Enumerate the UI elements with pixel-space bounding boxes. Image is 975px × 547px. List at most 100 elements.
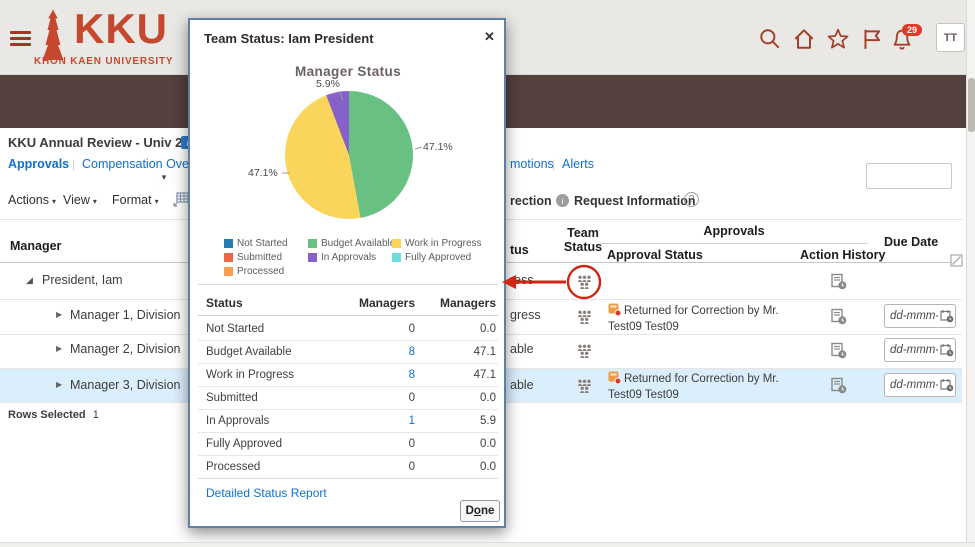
status-table-header-status: Status: [206, 296, 243, 310]
table-help-icon[interactable]: ?: [684, 192, 699, 207]
tree-expand-toggle[interactable]: ◢: [26, 275, 33, 286]
manager-cell[interactable]: President, Iam: [42, 273, 123, 287]
actions-menu[interactable]: Actions▾: [8, 193, 56, 207]
done-label-part: ne: [481, 505, 494, 517]
logo-text: KKU: [74, 8, 168, 50]
legend-column-3: Work in Progress Fully Approved: [392, 238, 482, 266]
rows-selected-value: 1: [93, 409, 99, 421]
format-menu[interactable]: Format▾: [112, 193, 159, 207]
team-status-icon[interactable]: [576, 379, 593, 393]
legend-item: Budget Available: [308, 238, 395, 249]
column-group-approvals: Approvals: [600, 224, 868, 238]
done-button[interactable]: Done: [460, 500, 500, 522]
column-header-manager[interactable]: Manager: [10, 239, 61, 253]
dialog-title: Team Status: Iam President: [204, 31, 374, 46]
legend-swatch: [224, 253, 233, 262]
date-picker-icon[interactable]: [940, 343, 954, 357]
status-row-separator: [198, 363, 498, 364]
legend-swatch: [392, 253, 401, 262]
status-row-label: Submitted: [206, 392, 258, 404]
tree-expand-toggle[interactable]: ▶: [56, 380, 62, 389]
avatar[interactable]: TT: [936, 23, 965, 52]
flag-icon[interactable]: [860, 27, 884, 51]
legend-label: Processed: [237, 266, 284, 277]
approvals-group-underline: [600, 243, 868, 244]
approval-status-cell: Returned for Correction by Mr. Test09 Te…: [608, 371, 794, 403]
tree-expand-toggle[interactable]: ▶: [56, 310, 62, 319]
manager-cell[interactable]: Manager 1, Division: [70, 308, 180, 322]
approval-status-text: Returned for Correction by Mr. Test09 Te…: [608, 373, 779, 401]
legend-item: Fully Approved: [392, 252, 482, 263]
manager-cell[interactable]: Manager 2, Division: [70, 342, 180, 356]
date-picker-icon[interactable]: [940, 309, 954, 323]
actions-label: Actions: [8, 193, 49, 207]
logo-subtext: KHON KAEN UNIVERSITY: [34, 56, 173, 67]
vertical-scrollbar[interactable]: [966, 0, 975, 547]
tree-expand-toggle[interactable]: ▶: [56, 344, 62, 353]
help-glyph: ?: [689, 194, 695, 205]
status-row-label: Not Started: [206, 323, 264, 335]
legend-swatch: [308, 253, 317, 262]
status-table-header-border: [198, 315, 498, 316]
favorites-star-icon[interactable]: [826, 27, 850, 51]
status-row-label: Fully Approved: [206, 438, 282, 450]
status-row-separator: [198, 409, 498, 410]
status-row-percent: 5.9: [396, 415, 496, 427]
action-history-icon[interactable]: [830, 377, 847, 394]
legend-column-1: Not Started Submitted Processed: [224, 238, 288, 280]
vertical-scrollbar-thumb[interactable]: [968, 78, 975, 132]
legend-label: In Approvals: [321, 252, 376, 263]
action-history-icon[interactable]: [830, 308, 847, 325]
search-icon[interactable]: [758, 27, 782, 51]
team-status-icon[interactable]: [576, 275, 593, 289]
breadcrumb-text: KKU Annual Review - Univ 2024: [8, 135, 204, 150]
team-status-icon[interactable]: [576, 344, 593, 358]
column-header-due-date[interactable]: Due Date: [884, 235, 938, 249]
status-cell-fragment: gress: [510, 308, 541, 322]
view-label: View: [63, 193, 90, 207]
modal-divider: [198, 284, 498, 285]
status-cell-fragment: ress: [510, 273, 534, 287]
team-status-icon[interactable]: [576, 310, 593, 324]
horizontal-scrollbar[interactable]: [0, 542, 975, 547]
request-information-button[interactable]: Request Information: [574, 194, 696, 208]
close-icon[interactable]: ✕: [484, 29, 495, 45]
tab-approvals[interactable]: Approvals: [8, 157, 69, 171]
status-row-percent: 47.1: [396, 369, 496, 381]
detailed-status-report-link[interactable]: Detailed Status Report: [206, 486, 327, 500]
save-button[interactable]: Save: [866, 163, 952, 189]
legend-label: Submitted: [237, 252, 282, 263]
view-menu[interactable]: View▾: [63, 193, 97, 207]
action-history-icon[interactable]: [830, 342, 847, 359]
column-header-status-fragment[interactable]: tus: [510, 243, 529, 257]
legend-column-2: Budget Available In Approvals: [308, 238, 395, 266]
detach-handle-icon[interactable]: [950, 254, 963, 267]
status-row-label: Processed: [206, 461, 260, 473]
date-picker-icon[interactable]: [940, 378, 954, 392]
legend-swatch: [308, 239, 317, 248]
column-header-action-history[interactable]: Action History: [800, 248, 885, 262]
done-label-part: D: [466, 505, 474, 517]
status-row-percent: 47.1: [396, 346, 496, 358]
returned-document-icon: [608, 303, 621, 316]
legend-swatch: [392, 239, 401, 248]
title-dropdown-icon[interactable]: ▾: [152, 169, 176, 186]
home-icon[interactable]: [792, 27, 816, 51]
hamburger-menu-icon[interactable]: [10, 31, 31, 49]
done-label-part: o: [474, 505, 481, 517]
manager-cell[interactable]: Manager 3, Division: [70, 378, 180, 392]
return-for-correction-fragment[interactable]: rection: [510, 194, 552, 208]
approval-status-text: Returned for Correction by Mr. Test09 Te…: [608, 305, 779, 333]
action-history-icon[interactable]: [830, 273, 847, 290]
request-info-icon: i: [556, 194, 569, 207]
kku-tower-logo-icon: [36, 9, 70, 61]
column-header-approval-status[interactable]: Approval Status: [607, 248, 703, 262]
tab-promotions-fragment[interactable]: motions: [510, 157, 554, 171]
notification-badge: 29: [902, 24, 922, 36]
status-row-label: In Approvals: [206, 415, 269, 427]
tab-alerts[interactable]: Alerts: [562, 157, 594, 171]
status-row-separator: [198, 455, 498, 456]
legend-item: Not Started: [224, 238, 288, 249]
legend-label: Fully Approved: [405, 252, 471, 263]
legend-swatch: [224, 267, 233, 276]
